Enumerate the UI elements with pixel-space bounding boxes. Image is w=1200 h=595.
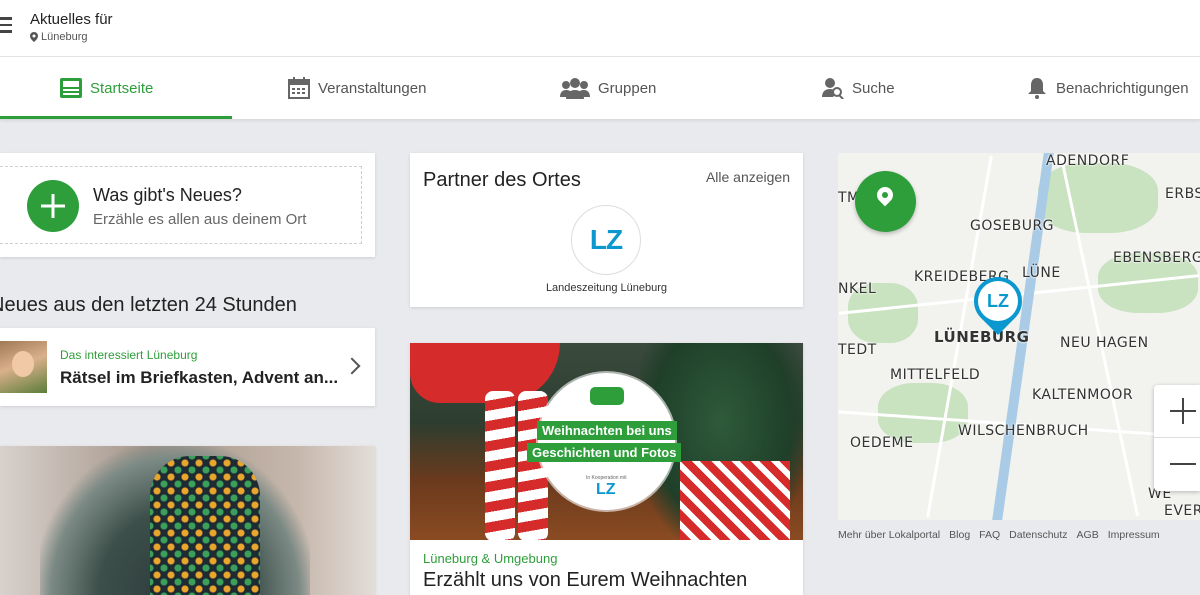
post-image-pattern	[150, 456, 260, 595]
search-user-icon	[822, 78, 844, 99]
feature-title: Erzählt uns von Eurem Weihnachten	[423, 569, 748, 591]
feature-kicker: Lüneburg & Umgebung	[423, 551, 558, 566]
add-post-button[interactable]	[27, 180, 79, 232]
tab-label: Startseite	[90, 79, 154, 97]
map-label: ERBS	[1165, 186, 1200, 202]
compose-subtitle: Erzähle es allen aus deinem Ort	[93, 211, 307, 228]
news-kicker: Das interessiert Lüneburg	[60, 348, 198, 362]
map-label: MITTELFELD	[890, 367, 981, 383]
list-item[interactable]: Das interessiert Lüneburg Rätsel im Brie…	[0, 328, 375, 406]
feature-image: Weihnachten bei uns Geschichten und Foto…	[410, 343, 803, 540]
compose-title: Was gibt's Neues?	[93, 185, 242, 205]
location-name: Lüneburg	[41, 31, 88, 43]
footer-link-terms[interactable]: AGB	[1077, 529, 1099, 541]
gift-graphic	[680, 461, 790, 540]
tab-suche[interactable]: Suche	[822, 57, 895, 119]
map-label-city: LÜNEBURG	[934, 328, 1030, 346]
tab-startseite[interactable]: Startseite	[60, 57, 153, 119]
feature-card[interactable]: Weihnachten bei uns Geschichten und Foto…	[410, 343, 803, 595]
map-label: TEDT	[838, 342, 877, 358]
map-marker-logo: LZ	[978, 281, 1018, 321]
top-header: Aktuelles für Lüneburg	[0, 0, 1200, 57]
compose-card[interactable]: Was gibt's Neues? Erzähle es allen aus d…	[0, 153, 375, 257]
group-icon	[560, 78, 590, 99]
header-title: Aktuelles für	[30, 11, 113, 28]
chevron-right-icon	[343, 357, 361, 375]
map-label: WILSCHENBRUCH	[958, 423, 1089, 439]
section-title-recent: Neues aus den letzten 24 Stunden	[0, 294, 297, 316]
news-title: Rätsel im Briefkasten, Advent an...	[60, 368, 339, 387]
partner-card: Partner des Ortes Alle anzeigen LZ Lande…	[410, 153, 803, 307]
lokalportal-logo-icon	[590, 387, 624, 405]
footer-link-imprint[interactable]: Impressum	[1108, 529, 1160, 541]
map-label: EBENSBERG	[1113, 250, 1200, 266]
map-label: EVER	[1164, 503, 1200, 519]
map-label: LÜNE	[1022, 265, 1061, 281]
location-selector[interactable]: Lüneburg	[30, 31, 88, 43]
calendar-icon	[288, 77, 310, 99]
map[interactable]: ADENDORF TMISSEN ERBS GOSEBURG EBENSBERG…	[838, 153, 1200, 520]
map-park	[1038, 163, 1158, 233]
map-park	[878, 383, 968, 443]
map-label: NEU HAGEN	[1060, 335, 1149, 351]
footer-links: Mehr über Lokalportal Blog FAQ Datenschu…	[838, 529, 1160, 541]
partner-name[interactable]: Landeszeitung Lüneburg	[410, 282, 803, 294]
main-nav: Startseite Veranstaltungen Gruppen Suche…	[0, 57, 1200, 119]
partner-logo[interactable]: LZ	[571, 205, 641, 275]
tab-benachrichtigungen[interactable]: Benachrichtigungen	[1026, 57, 1189, 119]
tab-gruppen[interactable]: Gruppen	[560, 57, 656, 119]
map-label: ADENDORF	[1046, 153, 1130, 169]
zoom-control	[1154, 385, 1200, 491]
post-photo-card[interactable]	[0, 446, 375, 595]
bell-icon	[1028, 78, 1046, 99]
zoom-out-button[interactable]	[1154, 438, 1200, 491]
show-all-link[interactable]: Alle anzeigen	[706, 169, 790, 185]
cooperation-logo: LZ	[596, 481, 616, 498]
newspaper-icon	[60, 78, 82, 98]
tab-label: Benachrichtigungen	[1056, 79, 1189, 97]
partner-logo-text: LZ	[589, 224, 623, 255]
feature-banner-line1: Weihnachten bei uns	[537, 421, 677, 440]
tab-label: Veranstaltungen	[318, 79, 427, 97]
my-location-button[interactable]	[855, 171, 916, 232]
map-label: KALTENMOOR	[1032, 387, 1134, 403]
map-label: OEDEME	[850, 435, 914, 451]
footer-link-privacy[interactable]: Datenschutz	[1009, 529, 1067, 541]
footer-link-blog[interactable]: Blog	[949, 529, 970, 541]
tab-veranstaltungen[interactable]: Veranstaltungen	[288, 57, 426, 119]
tab-label: Gruppen	[598, 79, 657, 97]
map-label: NKEL	[838, 281, 877, 297]
footer-link-faq[interactable]: FAQ	[979, 529, 1000, 541]
active-tab-indicator	[0, 116, 232, 119]
map-label: GOSEBURG	[970, 218, 1055, 234]
zoom-in-button[interactable]	[1154, 385, 1200, 438]
tab-label: Suche	[852, 79, 895, 97]
partner-title: Partner des Ortes	[423, 169, 581, 191]
footer-link-about[interactable]: Mehr über Lokalportal	[838, 529, 940, 541]
location-pin-icon	[30, 32, 38, 42]
stocking-leg-graphic	[485, 391, 515, 540]
menu-icon[interactable]	[0, 17, 12, 33]
avatar	[0, 341, 47, 393]
feature-banner-line2: Geschichten und Fotos	[527, 443, 682, 462]
